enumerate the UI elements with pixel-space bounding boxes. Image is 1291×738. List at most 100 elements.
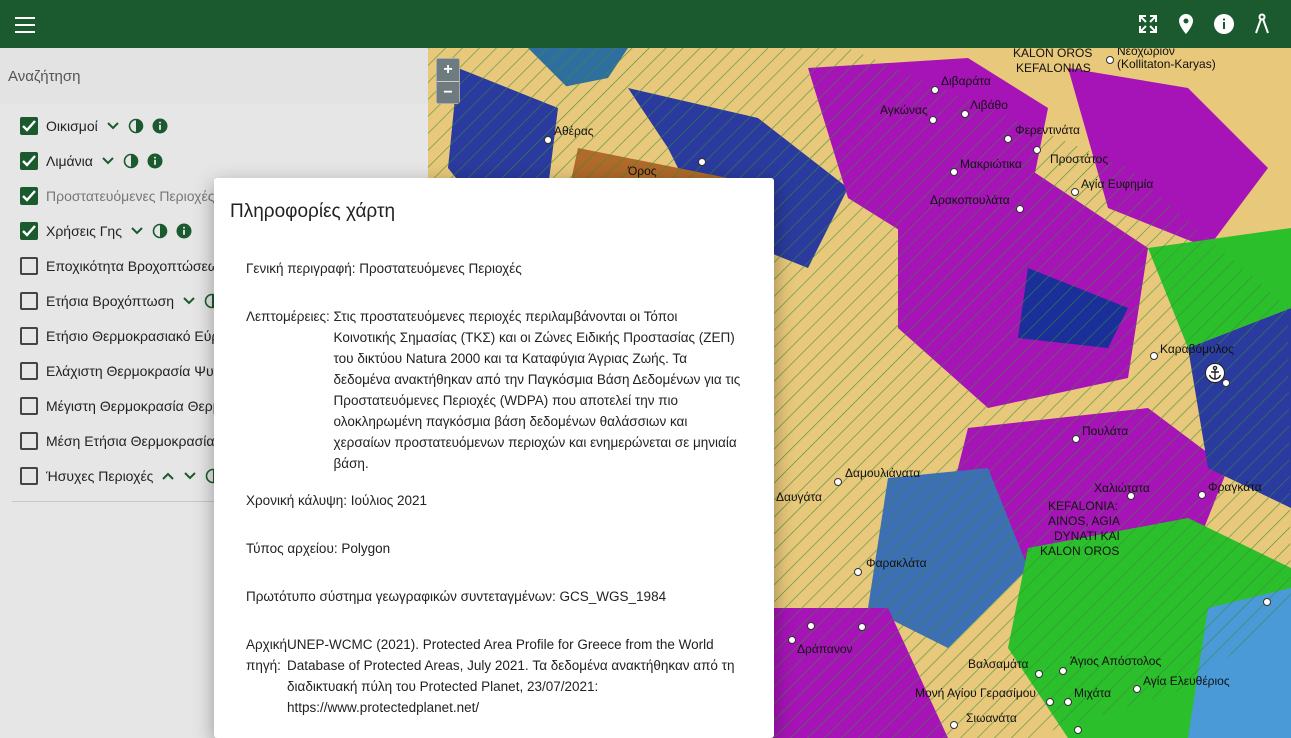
map-place-label: KEFALONIA: — [1048, 499, 1119, 513]
layer-checkbox[interactable] — [20, 291, 38, 310]
map-place-label: Μονή Αγίου Γερασίμου — [915, 686, 1036, 700]
settlement-marker[interactable] — [834, 478, 842, 486]
settlement-marker[interactable] — [1071, 188, 1079, 196]
port-anchor-icon[interactable] — [1205, 363, 1225, 386]
dialog-row-value: Polygon — [341, 541, 391, 556]
map-info-dialog: Πληροφορίες χάρτη Γενική περιγραφή: Προσ… — [214, 178, 774, 738]
fullscreen-icon[interactable] — [1133, 10, 1163, 38]
settlement-marker[interactable] — [950, 721, 958, 729]
chevron-up-icon[interactable] — [161, 471, 175, 481]
top-app-bar — [0, 0, 1291, 48]
settlement-marker[interactable] — [931, 86, 939, 94]
chevron-down-icon[interactable] — [183, 471, 197, 481]
settlement-marker[interactable] — [854, 568, 862, 576]
settlement-marker[interactable] — [1198, 491, 1206, 499]
layer-checkbox[interactable] — [20, 186, 38, 205]
search-field[interactable]: Αναζήτηση — [0, 48, 428, 104]
settlement-marker[interactable] — [1059, 667, 1067, 675]
dialog-row-key: Αρχική πηγή: — [246, 637, 288, 673]
layer-label: Ετήσιο Θερμοκρασιακό Εύρος — [46, 327, 234, 344]
dialog-row: Χρονική κάλυψη: Ιούλιος 2021 — [214, 490, 774, 511]
layer-checkbox[interactable] — [20, 396, 38, 415]
layer-checkbox[interactable] — [20, 431, 38, 450]
dialog-row-key: Χρονική κάλυψη: — [246, 493, 351, 508]
map-place-label: Αγία Ευφημία — [1081, 177, 1154, 191]
layer-label: Λιμάνια — [46, 152, 93, 169]
map-place-label: Αγία Ελευθέριος — [1143, 674, 1230, 688]
settlement-marker[interactable] — [1263, 598, 1271, 606]
settlement-marker[interactable] — [1106, 56, 1114, 64]
chevron-down-icon[interactable] — [182, 296, 196, 306]
map-place-label: Προστάτος — [1050, 152, 1109, 166]
dialog-row: Αρχική πηγή: UNEP-WCMC (2021). Protected… — [214, 634, 774, 718]
chevron-down-icon[interactable] — [130, 226, 144, 236]
layer-info-icon[interactable] — [152, 118, 168, 134]
dialog-title: Πληροφορίες χάρτη — [230, 201, 396, 222]
map-place-label: (Kollitaton-Karyas) — [1117, 57, 1216, 71]
location-icon[interactable] — [1171, 10, 1201, 38]
settlement-marker[interactable] — [1016, 205, 1024, 213]
layer-label: Προστατευόμενες Περιοχές — [46, 187, 215, 204]
layer-checkbox[interactable] — [20, 326, 38, 345]
settlement-marker[interactable] — [1064, 698, 1072, 706]
layer-checkbox[interactable] — [20, 466, 38, 485]
settlement-marker[interactable] — [1046, 698, 1054, 706]
map-place-label: KALON OROS — [1013, 46, 1093, 60]
measure-icon[interactable] — [1247, 10, 1277, 38]
settlement-marker[interactable] — [1127, 492, 1135, 500]
menu-icon[interactable] — [12, 12, 38, 36]
settlement-marker[interactable] — [807, 622, 815, 630]
settlement-marker[interactable] — [698, 158, 706, 166]
dialog-row-value: UNEP-WCMC (2021). Protected Area Profile… — [287, 637, 735, 715]
opacity-icon[interactable] — [123, 153, 139, 169]
layer-info-icon[interactable] — [176, 223, 192, 239]
layer-checkbox[interactable] — [20, 151, 38, 170]
dialog-row: Πρωτότυπο σύστημα γεωγραφικών συντεταγμέ… — [214, 586, 774, 607]
settlement-marker[interactable] — [1004, 135, 1012, 143]
settlement-marker[interactable] — [1035, 670, 1043, 678]
map-place-label: Βαλσαμάτα — [968, 657, 1029, 671]
map-place-label: AINOS, AGIA — [1048, 514, 1121, 528]
opacity-icon[interactable] — [152, 223, 168, 239]
settlement-marker[interactable] — [929, 116, 937, 124]
chevron-down-icon[interactable] — [106, 121, 120, 131]
settlement-marker[interactable] — [1033, 146, 1041, 154]
settlement-marker[interactable] — [1133, 685, 1141, 693]
layer-label: Ετήσια Βροχόπτωση — [46, 292, 175, 309]
dialog-row-value: Ιούλιος 2021 — [350, 493, 427, 508]
layer-checkbox[interactable] — [20, 256, 38, 275]
map-place-label: Δρακοπουλάτα — [930, 193, 1010, 207]
zoom-in-button[interactable]: + — [437, 59, 459, 81]
layer-checkbox[interactable] — [20, 221, 38, 240]
info-icon[interactable] — [1209, 10, 1239, 38]
settlement-marker[interactable] — [961, 110, 969, 118]
map-place-label: Διβαράτα — [941, 74, 991, 88]
layer-label: Οικισμοί — [46, 117, 98, 134]
settlement-marker[interactable] — [1072, 435, 1080, 443]
dialog-row-key: Τύπος αρχείου: — [246, 541, 342, 556]
settlement-marker[interactable] — [1074, 726, 1082, 734]
settlement-marker[interactable] — [788, 636, 796, 644]
layer-label: Μέση Ετήσια Θερμοκρασία — [46, 432, 215, 449]
dialog-row-value: Στις προστατευόμενες περιοχές περιλαμβάν… — [333, 309, 741, 471]
zoom-out-button[interactable]: − — [437, 81, 459, 103]
layer-checkbox[interactable] — [20, 116, 38, 135]
map-place-label: Δαυγάτα — [776, 490, 822, 504]
dialog-row: Τύπος αρχείου: Polygon — [214, 538, 774, 559]
layer-item[interactable]: Λιμάνια — [12, 143, 420, 178]
layer-info-icon[interactable] — [147, 153, 163, 169]
opacity-icon[interactable] — [128, 118, 144, 134]
map-place-label: Χαλιώτατα — [1094, 481, 1150, 495]
layer-checkbox[interactable] — [20, 361, 38, 380]
chevron-down-icon[interactable] — [101, 156, 115, 166]
map-place-label: Φραγκάτα — [1208, 480, 1262, 494]
settlement-marker[interactable] — [858, 623, 866, 631]
settlement-marker[interactable] — [544, 136, 552, 144]
layer-item[interactable]: Οικισμοί — [12, 108, 420, 143]
dialog-row: Γενική περιγραφή: Προστατευόμενες Περιοχ… — [214, 258, 774, 279]
settlement-marker[interactable] — [1150, 352, 1158, 360]
layer-label: Ήσυχες Περιοχές — [46, 467, 154, 484]
settlement-marker[interactable] — [950, 168, 958, 176]
layer-label: Χρήσεις Γης — [46, 222, 122, 239]
map-place-label: Φαρακλάτα — [866, 556, 927, 570]
